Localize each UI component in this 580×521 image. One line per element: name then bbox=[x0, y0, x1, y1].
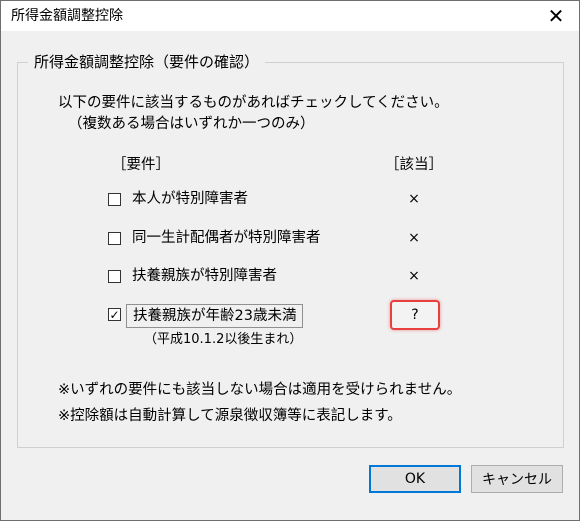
row-3-label[interactable]: 扶養親族が特別障害者 bbox=[132, 267, 277, 285]
row-2-mark: × bbox=[408, 230, 420, 246]
title-bar: 所得金額調整控除 ✕ bbox=[1, 1, 579, 31]
requirement-header: ［要件］ bbox=[112, 157, 170, 173]
group-legend: 所得金額調整控除（要件の確認） bbox=[28, 52, 266, 72]
row-3-mark: × bbox=[408, 268, 420, 284]
row-2-label[interactable]: 同一生計配偶者が特別障害者 bbox=[132, 229, 321, 247]
row-4-label[interactable]: 扶養親族が年齢23歳未満 bbox=[126, 304, 304, 328]
row-4-question-button[interactable]: ? bbox=[390, 300, 440, 330]
window-title: 所得金額調整控除 bbox=[11, 8, 123, 24]
ok-button[interactable]: OK bbox=[369, 465, 461, 493]
note-line-2: ※控除額は自動計算して源泉徴収簿等に表記します。 bbox=[58, 408, 402, 424]
cancel-button[interactable]: キャンセル bbox=[471, 465, 563, 493]
row-4-birth-note: （平成10.1.2以後生まれ） bbox=[144, 332, 303, 347]
instruction-line-2: （複数ある場合はいずれか一つのみ） bbox=[68, 116, 315, 132]
row-3-checkbox[interactable] bbox=[108, 270, 121, 283]
row-4-checkbox[interactable]: ✓ bbox=[108, 308, 121, 321]
row-1-mark: × bbox=[408, 191, 420, 207]
instruction-line-1: 以下の要件に該当するものがあればチェックしてください。 bbox=[58, 95, 449, 111]
note-line-1: ※いずれの要件にも該当しない場合は適用を受けられません。 bbox=[58, 382, 462, 398]
close-icon[interactable]: ✕ bbox=[533, 1, 579, 31]
row-1-label[interactable]: 本人が特別障害者 bbox=[132, 190, 248, 208]
row-2-checkbox[interactable] bbox=[108, 232, 121, 245]
row-1-checkbox[interactable] bbox=[108, 193, 121, 206]
applicable-header: ［該当］ bbox=[385, 157, 443, 173]
